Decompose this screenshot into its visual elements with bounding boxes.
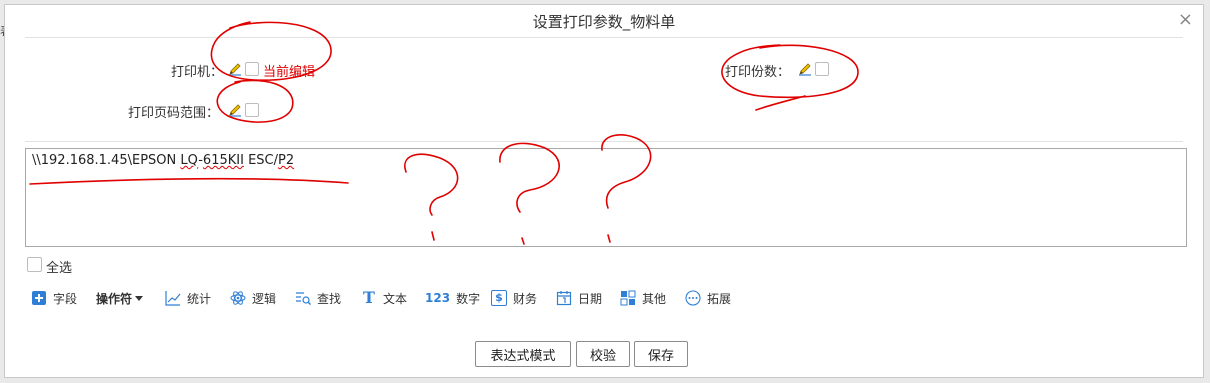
annotation-question (499, 142, 560, 213)
annotation-question (601, 134, 652, 209)
annotation-question (521, 237, 525, 245)
annotation-underline (29, 177, 349, 185)
annotation-circle (721, 44, 859, 99)
annotation-overlay (29, 21, 859, 245)
annotation-circle (210, 21, 332, 81)
annotation-question (431, 231, 435, 241)
annotation-question (607, 234, 611, 243)
annotation-question (404, 153, 459, 216)
annotation-circle (216, 79, 294, 123)
